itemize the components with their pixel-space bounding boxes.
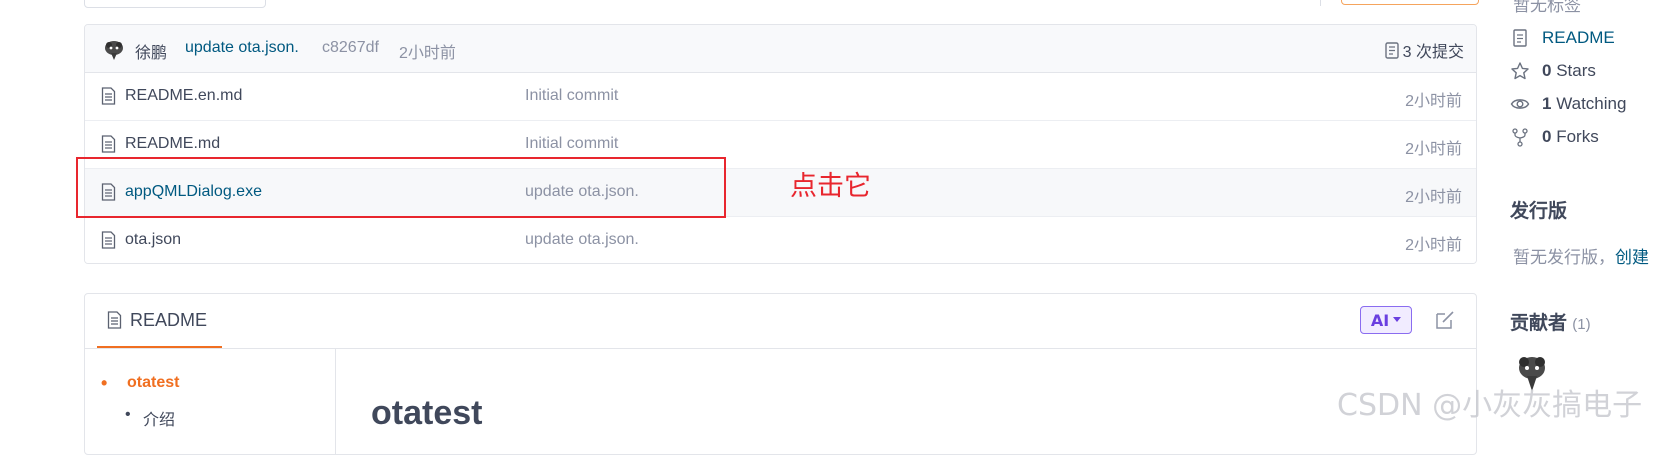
file-name[interactable]: README.md bbox=[125, 135, 220, 153]
annotation-highlight-box bbox=[76, 157, 726, 218]
file-icon bbox=[101, 135, 116, 153]
file-time: 2小时前 bbox=[1405, 189, 1462, 206]
file-commit-message[interactable]: Initial commit bbox=[525, 135, 618, 153]
commit-count-label: 3 次提交 bbox=[1402, 44, 1464, 61]
tags-label: 暂无标签 bbox=[1513, 0, 1581, 15]
book-icon bbox=[1513, 29, 1527, 47]
commit-count-link[interactable]: 3 次提交 bbox=[1384, 38, 1464, 62]
sidebar-stars[interactable]: 0 Stars bbox=[1510, 61, 1596, 81]
toc-item[interactable]: 介绍 bbox=[125, 406, 175, 430]
author-avatar[interactable] bbox=[103, 39, 125, 61]
sidebar-watching[interactable]: 1 Watching bbox=[1510, 94, 1626, 114]
contributors-heading: 贡献者 (1) bbox=[1510, 313, 1591, 334]
readme-header: README AI bbox=[85, 294, 1476, 349]
readme-tab-label: README bbox=[130, 309, 208, 330]
file-name[interactable]: ota.json bbox=[125, 231, 181, 249]
create-release-link[interactable]: 创建 bbox=[1615, 248, 1649, 267]
file-time: 2小时前 bbox=[1405, 141, 1462, 158]
edit-icon[interactable] bbox=[1434, 309, 1456, 331]
ai-assistant-button[interactable]: AI bbox=[1360, 306, 1412, 334]
star-icon bbox=[1511, 62, 1529, 80]
file-icon bbox=[101, 87, 116, 105]
file-time: 2小时前 bbox=[1405, 93, 1462, 110]
commit-author[interactable]: 徐鹏 bbox=[135, 39, 167, 63]
readme-icon bbox=[107, 311, 122, 329]
file-time: 2小时前 bbox=[1405, 237, 1462, 254]
readme-heading: otatest bbox=[371, 394, 483, 432]
releases-empty-text: 暂无发行版，创建 bbox=[1513, 248, 1649, 267]
sidebar-readme-link[interactable]: README bbox=[1510, 28, 1615, 48]
commit-message[interactable]: update ota.json. bbox=[185, 39, 299, 57]
chevron-down-icon bbox=[1393, 317, 1402, 322]
watermark: CSDN @小灰灰搞电子 bbox=[1337, 388, 1643, 423]
annotation-label: 点击它 bbox=[790, 171, 871, 202]
file-commit-message[interactable]: Initial commit bbox=[525, 87, 618, 105]
sidebar-forks[interactable]: 0 Forks bbox=[1510, 127, 1599, 147]
commit-time: 2小时前 bbox=[399, 45, 456, 62]
divider bbox=[1320, 0, 1321, 6]
commit-sha[interactable]: c8267df bbox=[322, 39, 379, 57]
clone-download-button[interactable] bbox=[1341, 0, 1479, 5]
readme-toc: otatest 介绍 bbox=[85, 349, 336, 454]
commits-icon bbox=[1384, 41, 1399, 59]
file-row[interactable]: ota.json update ota.json. 2小时前 bbox=[85, 217, 1476, 263]
tab-readme[interactable]: README bbox=[97, 294, 222, 348]
ai-label: AI bbox=[1370, 310, 1390, 330]
releases-heading: 发行版 bbox=[1510, 201, 1568, 222]
toc-item[interactable]: otatest bbox=[101, 374, 179, 392]
file-icon bbox=[101, 231, 116, 249]
file-name[interactable]: README.en.md bbox=[125, 87, 242, 105]
fork-icon bbox=[1512, 128, 1528, 147]
readme-panel: README AI otatest 介绍 otatest bbox=[84, 293, 1477, 455]
file-commit-message[interactable]: update ota.json. bbox=[525, 231, 639, 249]
eye-icon bbox=[1510, 99, 1530, 109]
branch-select[interactable] bbox=[84, 0, 266, 8]
latest-commit-bar: 徐鹏 update ota.json. c8267df 2小时前 3 次提交 bbox=[85, 25, 1476, 73]
file-list: 徐鹏 update ota.json. c8267df 2小时前 3 次提交 R… bbox=[84, 24, 1477, 264]
file-row[interactable]: README.en.md Initial commit 2小时前 bbox=[85, 73, 1476, 121]
